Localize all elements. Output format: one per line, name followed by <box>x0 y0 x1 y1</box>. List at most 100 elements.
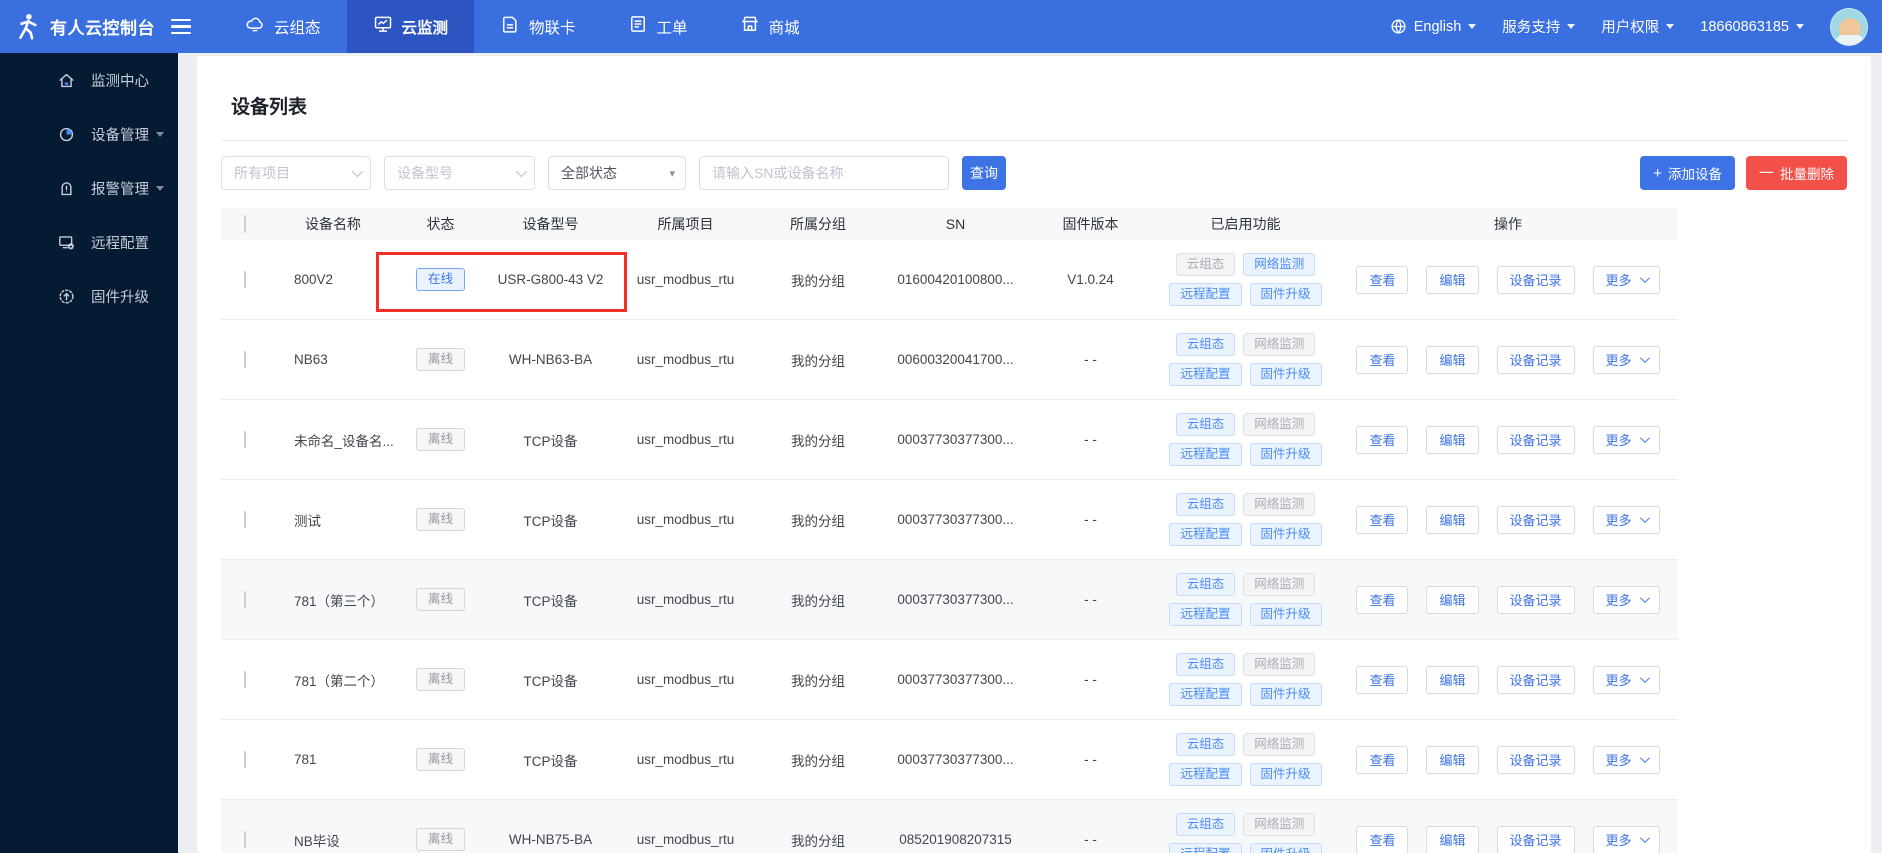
chevron-down-icon <box>1468 24 1477 29</box>
edit-button[interactable]: 编辑 <box>1426 265 1479 294</box>
view-button[interactable]: 查看 <box>1356 345 1409 374</box>
more-button[interactable]: 更多 <box>1592 665 1660 694</box>
query-button[interactable]: 查询 <box>962 156 1006 190</box>
device-record-button[interactable]: 设备记录 <box>1496 745 1575 774</box>
group-cell: 我的分组 <box>791 753 845 769</box>
view-button[interactable]: 查看 <box>1356 745 1409 774</box>
more-button[interactable]: 更多 <box>1592 345 1660 374</box>
view-button[interactable]: 查看 <box>1356 585 1409 614</box>
device-model-cell: TCP设备 <box>523 433 578 449</box>
feature-tag[interactable]: 远程配置 <box>1169 763 1242 786</box>
feature-tag[interactable]: 云组态 <box>1175 733 1236 756</box>
chevron-down-icon <box>351 165 364 178</box>
table-row: NB毕设 离线 WH-NB75-BA usr_modbus_rtu 我的分组 085201… <box>221 800 1678 853</box>
device-record-button[interactable]: 设备记录 <box>1496 425 1575 454</box>
account-phone-menu[interactable]: 18660863185 <box>1700 19 1804 35</box>
feature-tag[interactable]: 远程配置 <box>1169 523 1242 546</box>
view-button[interactable]: 查看 <box>1356 425 1409 454</box>
feature-tag[interactable]: 云组态 <box>1175 573 1236 596</box>
device-record-button[interactable]: 设备记录 <box>1496 345 1575 374</box>
language-selector[interactable]: English <box>1390 18 1477 35</box>
more-button[interactable]: 更多 <box>1592 425 1660 454</box>
row-checkbox[interactable] <box>243 671 246 688</box>
edit-button[interactable]: 编辑 <box>1426 585 1479 614</box>
sidebar-item-firmware-upgrade[interactable]: 固件升级 <box>0 269 178 323</box>
more-button[interactable]: 更多 <box>1592 825 1660 853</box>
model-select[interactable]: 设备型号 <box>384 156 535 190</box>
feature-tag[interactable]: 远程配置 <box>1169 603 1242 626</box>
view-button[interactable]: 查看 <box>1356 265 1409 294</box>
feature-tag[interactable]: 固件升级 <box>1249 283 1322 306</box>
feature-tag[interactable]: 远程配置 <box>1169 843 1242 853</box>
feature-tag[interactable]: 远程配置 <box>1169 443 1242 466</box>
model-select-value: 设备型号 <box>397 165 453 181</box>
select-all-checkbox[interactable] <box>243 215 246 233</box>
feature-tag[interactable]: 远程配置 <box>1169 283 1242 306</box>
nav-item-cloud-monitor[interactable]: 云监测 <box>346 0 475 53</box>
row-checkbox[interactable] <box>243 591 246 608</box>
column-header: 所属分组 <box>790 216 846 232</box>
device-record-button[interactable]: 设备记录 <box>1496 265 1575 294</box>
row-actions: 查看 编辑 设备记录 更多 <box>1338 585 1678 614</box>
feature-tag[interactable]: 固件升级 <box>1249 683 1322 706</box>
feature-tag[interactable]: 远程配置 <box>1169 683 1242 706</box>
device-record-button[interactable]: 设备记录 <box>1496 505 1575 534</box>
feature-tag[interactable]: 固件升级 <box>1249 523 1322 546</box>
feature-tag[interactable]: 固件升级 <box>1249 843 1322 853</box>
edit-button[interactable]: 编辑 <box>1426 825 1479 853</box>
feature-tag[interactable]: 固件升级 <box>1249 763 1322 786</box>
avatar[interactable] <box>1830 7 1868 46</box>
hamburger-menu-icon[interactable] <box>171 18 191 35</box>
more-button[interactable]: 更多 <box>1592 505 1660 534</box>
nav-item-mall[interactable]: 商城 <box>714 0 826 53</box>
view-button[interactable]: 查看 <box>1356 505 1409 534</box>
firmware-cell: - - <box>1084 832 1097 847</box>
row-checkbox[interactable] <box>243 431 246 448</box>
feature-tag[interactable]: 云组态 <box>1175 813 1236 836</box>
sidebar-item-remote-config[interactable]: 远程配置 <box>0 215 178 269</box>
nav-item-iot-sim[interactable]: 物联卡 <box>474 0 602 53</box>
edit-button[interactable]: 编辑 <box>1426 345 1479 374</box>
edit-button[interactable]: 编辑 <box>1426 665 1479 694</box>
nav-item-cloud-scada[interactable]: 云组态 <box>219 0 347 53</box>
device-record-button[interactable]: 设备记录 <box>1496 825 1575 853</box>
add-device-button[interactable]: + 添加设备 <box>1640 156 1735 190</box>
more-button[interactable]: 更多 <box>1592 585 1660 614</box>
feature-tag[interactable]: 远程配置 <box>1169 363 1242 386</box>
view-button[interactable]: 查看 <box>1356 825 1409 853</box>
device-record-button[interactable]: 设备记录 <box>1496 665 1575 694</box>
firmware-cell: V1.0.24 <box>1067 272 1114 287</box>
feature-tag[interactable]: 云组态 <box>1175 493 1236 516</box>
feature-tag[interactable]: 云组态 <box>1175 333 1236 356</box>
edit-button[interactable]: 编辑 <box>1426 505 1479 534</box>
status-select[interactable]: 全部状态 ▾ <box>548 156 686 190</box>
feature-tag[interactable]: 云组态 <box>1175 413 1236 436</box>
more-button[interactable]: 更多 <box>1592 745 1660 774</box>
row-checkbox[interactable] <box>243 271 246 288</box>
feature-tag[interactable]: 固件升级 <box>1249 603 1322 626</box>
edit-button[interactable]: 编辑 <box>1426 745 1479 774</box>
search-input[interactable] <box>699 156 949 190</box>
nav-item-work-order[interactable]: 工单 <box>602 0 714 53</box>
sidebar-item-alarm-management[interactable]: 报警管理 <box>0 161 178 215</box>
feature-tag[interactable]: 网络监测 <box>1243 253 1316 276</box>
batch-delete-button[interactable]: 一 批量删除 <box>1745 156 1847 190</box>
edit-button[interactable]: 编辑 <box>1426 425 1479 454</box>
service-support-menu[interactable]: 服务支持 <box>1502 16 1576 37</box>
row-checkbox[interactable] <box>243 751 246 768</box>
project-select[interactable]: 所有项目 <box>221 156 371 190</box>
feature-tag[interactable]: 固件升级 <box>1249 443 1322 466</box>
user-permission-menu[interactable]: 用户权限 <box>1601 16 1675 37</box>
device-model-cell: WH-NB75-BA <box>508 832 593 847</box>
service-support-label: 服务支持 <box>1502 20 1561 36</box>
more-button[interactable]: 更多 <box>1592 265 1660 294</box>
view-button[interactable]: 查看 <box>1356 665 1409 694</box>
row-checkbox[interactable] <box>243 511 246 528</box>
device-record-button[interactable]: 设备记录 <box>1496 585 1575 614</box>
row-checkbox[interactable] <box>243 351 246 368</box>
feature-tag[interactable]: 云组态 <box>1175 653 1236 676</box>
sidebar-item-monitor-center[interactable]: 监测中心 <box>0 53 178 107</box>
feature-tag[interactable]: 固件升级 <box>1249 363 1322 386</box>
row-checkbox[interactable] <box>243 831 246 848</box>
sidebar-item-device-management[interactable]: 设备管理 <box>0 107 178 161</box>
